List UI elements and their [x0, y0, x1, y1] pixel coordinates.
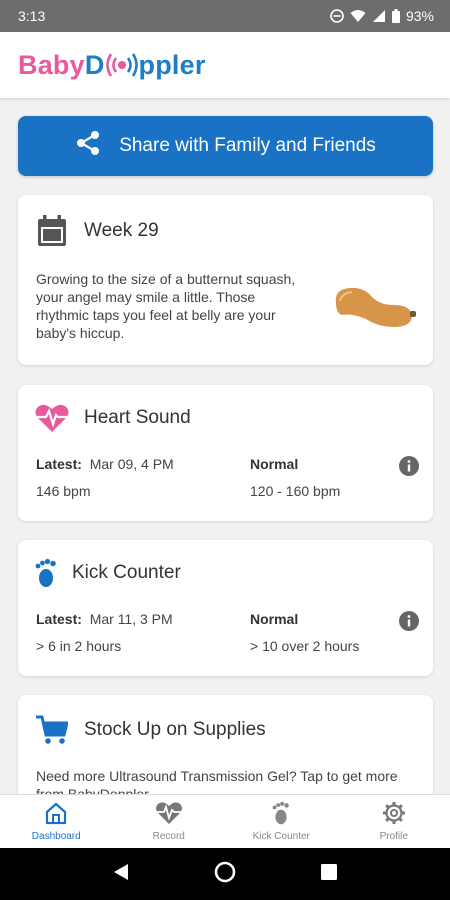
week-title-text: Week 29: [84, 220, 159, 241]
nav-dashboard-label: Dashboard: [31, 831, 81, 842]
kick-reading: > 6 in 2 hours: [36, 638, 122, 654]
share-icon: [75, 130, 101, 162]
heart-sound-card[interactable]: Heart Sound Latest: Mar 09, 4 PM Normal …: [18, 385, 433, 521]
supplies-card[interactable]: Stock Up on Supplies Need more Ultrasoun…: [18, 695, 433, 794]
butternut-squash-image: [332, 283, 416, 336]
kick-title-text: Kick Counter: [72, 562, 181, 583]
status-bar: 3:13 93%: [0, 0, 450, 32]
nav-kick-counter[interactable]: Kick Counter: [225, 795, 338, 848]
signal-icon: [372, 9, 386, 23]
doppler-waves-icon: [105, 51, 139, 79]
foot-icon: [272, 801, 290, 828]
logo-text-baby: Baby: [18, 49, 85, 80]
week-title: Week 29: [35, 215, 159, 247]
home-button-icon[interactable]: [214, 861, 236, 888]
share-button-label: Share with Family and Friends: [119, 135, 376, 156]
nav-record[interactable]: Record: [113, 795, 226, 848]
recents-icon[interactable]: [321, 863, 338, 885]
bottom-navigation: Dashboard Record Kick Counter Profile: [0, 794, 450, 848]
back-icon[interactable]: [113, 863, 129, 886]
system-navigation-bar: [0, 848, 450, 900]
heart-normal-label: Normal: [250, 456, 299, 472]
kick-title: Kick Counter: [35, 558, 181, 588]
heart-title: Heart Sound: [35, 403, 191, 433]
battery-level: 93%: [405, 8, 434, 24]
foot-icon: [35, 558, 57, 588]
battery-icon: [391, 9, 400, 23]
status-icons: 93%: [330, 8, 434, 24]
info-icon[interactable]: [399, 611, 419, 636]
heart-latest-value: Mar 09, 4 PM: [89, 456, 174, 472]
nav-dashboard[interactable]: Dashboard: [0, 795, 113, 848]
kick-normal-range: > 10 over 2 hours: [250, 638, 360, 654]
heart-latest-label: Latest:: [36, 456, 82, 472]
kick-latest-value: Mar 11, 3 PM: [89, 611, 173, 627]
nav-record-label: Record: [152, 831, 185, 842]
share-button[interactable]: Share with Family and Friends: [18, 116, 433, 176]
supplies-title: Stock Up on Supplies: [35, 715, 266, 745]
heart-reading: 146 bpm: [36, 483, 91, 499]
heartbeat-icon: [35, 403, 69, 433]
calendar-icon: [35, 215, 69, 247]
info-icon[interactable]: [399, 456, 419, 481]
supplies-title-text: Stock Up on Supplies: [84, 719, 266, 740]
heart-normal-range: 120 - 160 bpm: [250, 483, 341, 499]
week-description: Growing to the size of a butternut squas…: [36, 271, 296, 341]
kick-normal-label: Normal: [250, 611, 299, 627]
nav-profile[interactable]: Profile: [338, 795, 450, 848]
gear-icon: [382, 801, 406, 828]
shopping-cart-icon: [35, 715, 69, 745]
heart-title-text: Heart Sound: [84, 407, 191, 428]
nav-profile-label: Profile: [379, 831, 408, 842]
app-logo: Baby D ppler: [18, 50, 206, 81]
status-time: 3:13: [18, 8, 46, 24]
kick-latest-label: Latest:: [36, 611, 82, 627]
kick-counter-card[interactable]: Kick Counter Latest: Mar 11, 3 PM Normal…: [18, 540, 433, 676]
logo-text-ppler: ppler: [138, 49, 206, 80]
home-icon: [44, 801, 68, 828]
logo-text-d: D: [84, 49, 105, 80]
week-card[interactable]: Week 29 Growing to the size of a buttern…: [18, 195, 433, 365]
do-not-disturb-icon: [330, 9, 344, 23]
app-bar: Baby D ppler: [0, 32, 450, 98]
supplies-description: Need more Ultrasound Transmission Gel? T…: [36, 768, 398, 794]
heartbeat-icon: [155, 801, 183, 828]
dashboard-content[interactable]: Share with Family and Friends Week 29 Gr…: [0, 98, 450, 794]
wifi-icon: [350, 9, 366, 23]
nav-kick-counter-label: Kick Counter: [252, 831, 310, 842]
